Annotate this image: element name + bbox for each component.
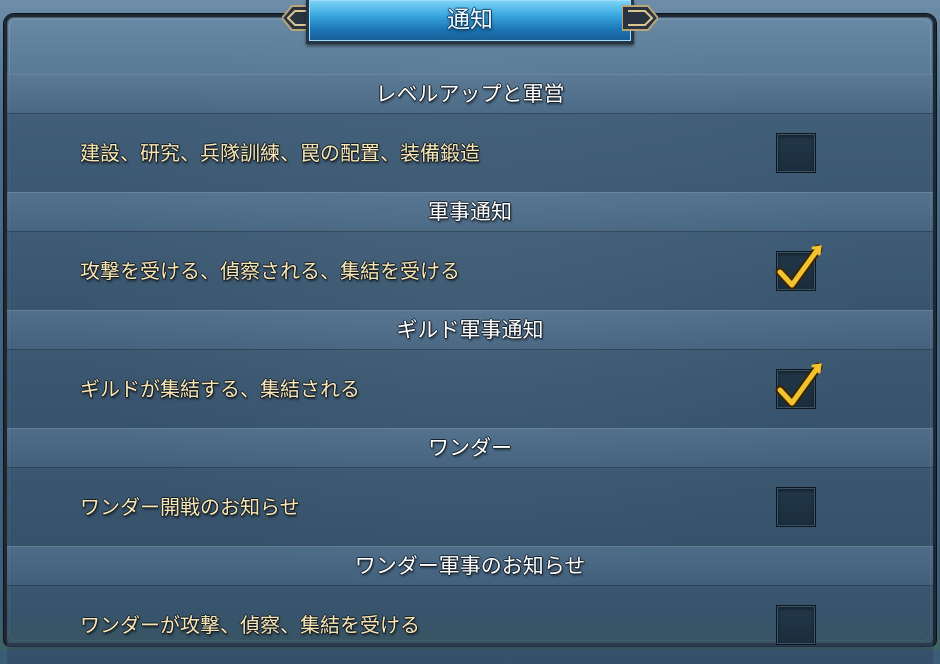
option-label: ワンダー開戦のお知らせ — [80, 495, 300, 519]
section-title: ワンダー — [428, 436, 512, 460]
section-title: ワンダー軍事のお知らせ — [354, 554, 586, 578]
title-banner: 通知 — [282, 0, 658, 44]
option-row-military[interactable]: 攻撃を受ける、偵察される、集結を受ける — [7, 232, 933, 310]
option-row-guild-military[interactable]: ギルドが集結する、集結される — [7, 350, 933, 428]
section-title: レベルアップと軍営 — [375, 82, 565, 106]
section-header-military: 軍事通知 — [7, 192, 933, 232]
section-title: 軍事通知 — [428, 200, 512, 224]
option-label: 建設、研究、兵隊訓練、罠の配置、装備鍛造 — [80, 141, 480, 165]
option-label: 攻撃を受ける、偵察される、集結を受ける — [80, 259, 460, 283]
option-row-levelup[interactable]: 建設、研究、兵隊訓練、罠の配置、装備鍛造 — [7, 114, 933, 192]
wonder-military-checkbox[interactable] — [776, 605, 816, 645]
option-label: ワンダーが攻撃、偵察、集結を受ける — [80, 613, 420, 637]
title-ornament-right — [622, 5, 658, 31]
levelup-checkbox[interactable] — [776, 133, 816, 173]
guild-military-checkbox[interactable] — [775, 362, 823, 409]
section-header-wonder-military: ワンダー軍事のお知らせ — [7, 546, 933, 586]
dialog-title: 通知 — [447, 7, 493, 33]
notification-settings-list: レベルアップと軍営 建設、研究、兵隊訓練、罠の配置、装備鍛造 軍事通知 攻撃を受… — [7, 74, 933, 664]
section-header-guild-military: ギルド軍事通知 — [7, 310, 933, 350]
option-row-wonder-military[interactable]: ワンダーが攻撃、偵察、集結を受ける — [7, 586, 933, 664]
checkmark-icon — [775, 244, 823, 290]
section-title: ギルド軍事通知 — [396, 318, 544, 342]
section-header-wonder: ワンダー — [7, 428, 933, 468]
option-label: ギルドが集結する、集結される — [80, 377, 360, 401]
wonder-checkbox[interactable] — [776, 487, 816, 527]
section-header-levelup: レベルアップと軍営 — [7, 74, 933, 114]
military-checkbox[interactable] — [775, 244, 823, 291]
checkmark-icon — [775, 362, 823, 408]
option-row-wonder[interactable]: ワンダー開戦のお知らせ — [7, 468, 933, 546]
title-plate: 通知 — [306, 0, 634, 44]
